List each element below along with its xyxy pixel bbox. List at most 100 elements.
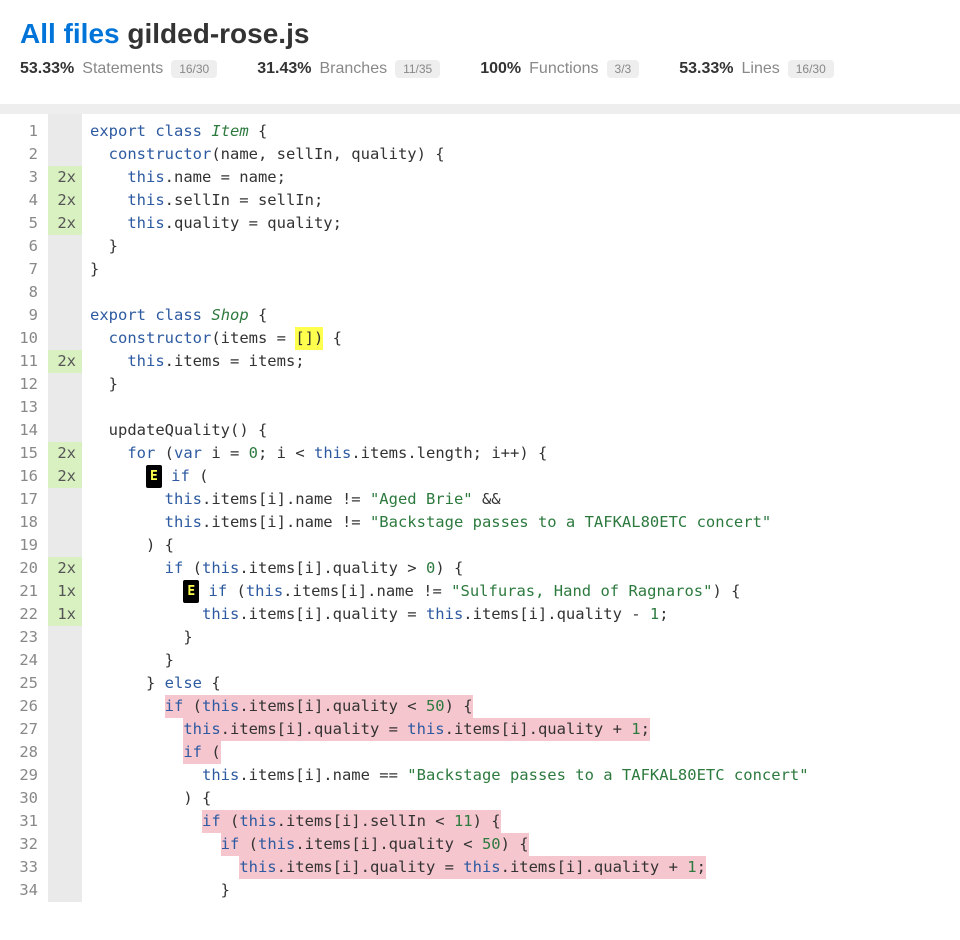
code-line: if (this.items[i].quality > 0) { [90, 557, 960, 580]
hit-count-column: 2x2x2x2x2x2x2x1x1x [48, 114, 82, 902]
line-number: 27 [14, 718, 38, 741]
stat-label: Lines [741, 60, 779, 78]
code-line: } [90, 626, 960, 649]
hit-count: 2x [48, 189, 82, 212]
code-line: constructor(name, sellIn, quality) { [90, 143, 960, 166]
hit-count [48, 143, 82, 166]
stat-pct: 53.33% [679, 60, 733, 78]
code-line: E if ( [90, 465, 960, 488]
hit-count [48, 879, 82, 902]
hit-count [48, 488, 82, 511]
line-number: 17 [14, 488, 38, 511]
hit-count [48, 833, 82, 856]
stat-label: Functions [529, 60, 598, 78]
line-number: 20 [14, 557, 38, 580]
line-number: 29 [14, 764, 38, 787]
stat-label: Branches [320, 60, 388, 78]
code-line: constructor(items = []) { [90, 327, 960, 350]
code-line [90, 281, 960, 304]
code-line: this.items[i].quality = this.items[i].qu… [90, 603, 960, 626]
hit-count [48, 810, 82, 833]
code-line: E if (this.items[i].name != "Sulfuras, H… [90, 580, 960, 603]
line-number: 30 [14, 787, 38, 810]
code-line: this.items[i].name != "Backstage passes … [90, 511, 960, 534]
hit-count: 1x [48, 580, 82, 603]
hit-count [48, 281, 82, 304]
code-line: if (this.items[i].sellIn < 11) { [90, 810, 960, 833]
code-line: if (this.items[i].quality < 50) { [90, 695, 960, 718]
code-line: } [90, 649, 960, 672]
branch-else-badge: E [183, 580, 199, 603]
line-number: 12 [14, 373, 38, 396]
code-area: 1234567891011121314151617181920212223242… [0, 114, 960, 902]
line-number: 19 [14, 534, 38, 557]
hit-count: 2x [48, 442, 82, 465]
hit-count [48, 718, 82, 741]
line-number: 31 [14, 810, 38, 833]
code-line: } [90, 879, 960, 902]
hit-count [48, 672, 82, 695]
line-number: 6 [14, 235, 38, 258]
line-number: 1 [14, 120, 38, 143]
code-line: ) { [90, 787, 960, 810]
line-number: 7 [14, 258, 38, 281]
code-line: this.sellIn = sellIn; [90, 189, 960, 212]
code-line: updateQuality() { [90, 419, 960, 442]
hit-count: 2x [48, 212, 82, 235]
line-number: 18 [14, 511, 38, 534]
line-number: 8 [14, 281, 38, 304]
code-line [90, 396, 960, 419]
hit-count: 1x [48, 603, 82, 626]
line-number: 5 [14, 212, 38, 235]
code-line: } [90, 235, 960, 258]
code-line: this.items[i].quality = this.items[i].qu… [90, 718, 960, 741]
coverage-stats: 53.33% Statements 16/30 31.43% Branches … [20, 60, 940, 78]
stat-functions: 100% Functions 3/3 [480, 60, 639, 78]
hit-count [48, 856, 82, 879]
line-number: 9 [14, 304, 38, 327]
line-number: 16 [14, 465, 38, 488]
line-number: 26 [14, 695, 38, 718]
header: All files gilded-rose.js 53.33% Statemen… [0, 0, 960, 90]
hit-count: 2x [48, 557, 82, 580]
hit-count [48, 120, 82, 143]
branch-else-badge: E [146, 465, 162, 488]
hit-count [48, 787, 82, 810]
line-number: 28 [14, 741, 38, 764]
line-number: 24 [14, 649, 38, 672]
line-number: 3 [14, 166, 38, 189]
code-line: if (this.items[i].quality < 50) { [90, 833, 960, 856]
stat-statements: 53.33% Statements 16/30 [20, 60, 217, 78]
code-line: } [90, 373, 960, 396]
hit-count [48, 396, 82, 419]
hit-count [48, 511, 82, 534]
line-number: 34 [14, 879, 38, 902]
code-line: this.items[i].name == "Backstage passes … [90, 764, 960, 787]
breadcrumb-filename: gilded-rose.js [127, 18, 309, 49]
line-number: 15 [14, 442, 38, 465]
hit-count [48, 304, 82, 327]
hit-count [48, 741, 82, 764]
stat-frac: 3/3 [607, 60, 640, 78]
hit-count [48, 534, 82, 557]
line-number: 22 [14, 603, 38, 626]
stat-frac: 16/30 [788, 60, 834, 78]
stat-lines: 53.33% Lines 16/30 [679, 60, 834, 78]
line-number: 33 [14, 856, 38, 879]
code-line: for (var i = 0; i < this.items.length; i… [90, 442, 960, 465]
hit-count [48, 764, 82, 787]
hit-count [48, 327, 82, 350]
code-line: export class Shop { [90, 304, 960, 327]
breadcrumb-root-link[interactable]: All files [20, 18, 120, 49]
code-line: this.items[i].quality = this.items[i].qu… [90, 856, 960, 879]
hit-count [48, 419, 82, 442]
code-line: ) { [90, 534, 960, 557]
code-line: this.items[i].name != "Aged Brie" && [90, 488, 960, 511]
breadcrumb: All files gilded-rose.js [20, 18, 940, 50]
code-line: this.items = items; [90, 350, 960, 373]
hit-count [48, 695, 82, 718]
hit-count [48, 626, 82, 649]
line-number: 2 [14, 143, 38, 166]
line-number: 11 [14, 350, 38, 373]
hit-count [48, 258, 82, 281]
